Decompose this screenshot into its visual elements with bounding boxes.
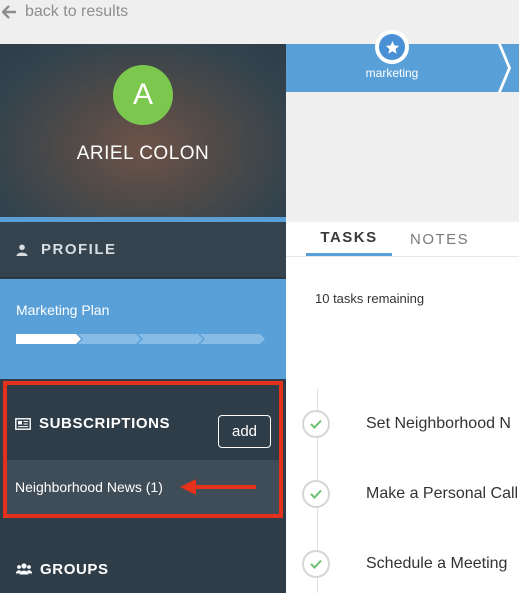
back-arrow-icon (2, 5, 16, 19)
task-item: Schedule a Meeting (302, 549, 519, 579)
check-icon[interactable] (302, 550, 330, 578)
task-title[interactable]: Set Neighborhood N (366, 415, 511, 433)
marketing-plan-card[interactable]: Marketing Plan (0, 279, 286, 379)
sidebar-item-label: PROFILE (41, 241, 117, 258)
task-title[interactable]: Schedule a Meeting (366, 555, 507, 573)
back-label: back to results (25, 3, 129, 20)
add-subscription-button[interactable]: add (218, 415, 271, 448)
tab-bar: TASKS NOTES (306, 222, 485, 256)
subscriptions-panel: SUBSCRIPTIONS add Neighborhood News (1) (3, 381, 283, 518)
newspaper-icon (15, 417, 31, 430)
stage-area (286, 92, 519, 222)
main-panel: marketing TASKS NOTES 10 tasks remaining… (286, 30, 519, 593)
sidebar-item-label: GROUPS (40, 560, 109, 578)
subscriptions-heading: SUBSCRIPTIONS (15, 415, 170, 432)
task-item: Set Neighborhood N (302, 409, 519, 439)
stage-label: marketing (365, 66, 419, 80)
top-bar: back to results (0, 0, 519, 44)
tab-notes[interactable]: NOTES (392, 222, 485, 256)
sidebar-item-profile[interactable]: PROFILE (0, 222, 286, 278)
task-item: Make a Personal Call (302, 479, 519, 509)
check-icon[interactable] (302, 480, 330, 508)
plan-title: Marketing Plan (16, 302, 110, 318)
plan-progress-bar (16, 334, 265, 344)
subscription-item-label: Neighborhood News (1) (15, 479, 163, 495)
avatar[interactable]: A (113, 65, 173, 125)
tab-tasks[interactable]: TASKS (306, 222, 392, 256)
back-to-results-link[interactable]: back to results (0, 0, 128, 24)
contact-name: ARIEL COLON (76, 143, 210, 164)
stage-marker (375, 30, 409, 64)
tasks-remaining: 10 tasks remaining (315, 291, 425, 306)
star-icon (379, 34, 405, 60)
check-icon[interactable] (302, 410, 330, 438)
sidebar: A ARIEL COLON PROFILE Marketing Plan SUB… (0, 44, 286, 593)
subscriptions-label: SUBSCRIPTIONS (39, 415, 171, 432)
contact-header: A ARIEL COLON (0, 44, 286, 217)
stage-tracker[interactable]: marketing (286, 30, 519, 92)
tab-divider (286, 256, 519, 257)
task-title[interactable]: Make a Personal Call (366, 485, 518, 503)
red-arrow-icon (180, 479, 256, 495)
users-icon (16, 563, 32, 575)
user-icon (16, 244, 28, 256)
sidebar-item-groups[interactable]: GROUPS (0, 552, 286, 586)
